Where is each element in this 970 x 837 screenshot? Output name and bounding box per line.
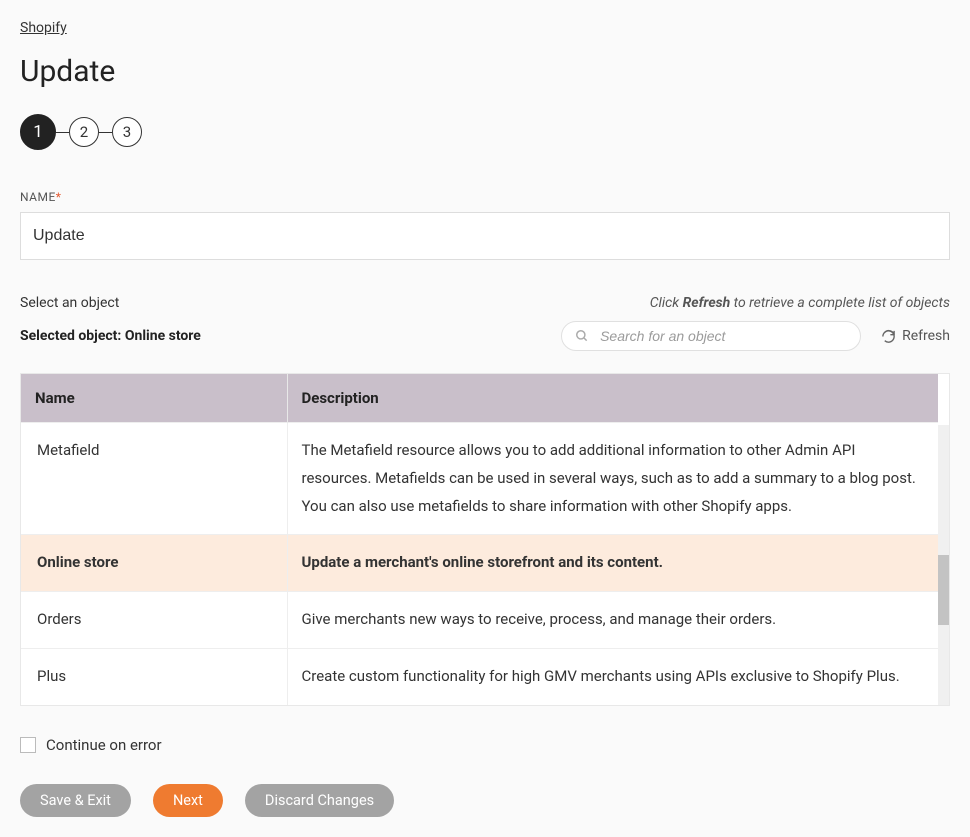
search-icon	[575, 329, 589, 343]
continue-on-error-label: Continue on error	[46, 736, 162, 754]
page-title: Update	[20, 54, 950, 89]
search-input[interactable]	[561, 321, 861, 351]
step-separator	[56, 132, 69, 133]
table-row[interactable]: Online storeUpdate a merchant's online s…	[21, 535, 938, 592]
table-row[interactable]: MetafieldThe Metafield resource allows y…	[21, 423, 938, 535]
row-description: The Metafield resource allows you to add…	[287, 423, 938, 535]
row-description: Update a merchant's online storefront an…	[287, 535, 938, 592]
name-label: NAME*	[20, 190, 950, 204]
select-object-label: Select an object	[20, 295, 119, 311]
refresh-button[interactable]: Refresh	[881, 328, 950, 344]
name-input[interactable]	[20, 212, 950, 260]
table-row[interactable]: OrdersGive merchants new ways to receive…	[21, 592, 938, 649]
save-exit-button[interactable]: Save & Exit	[20, 784, 131, 817]
row-name: Metafield	[21, 423, 287, 535]
row-description: Create custom functionality for high GMV…	[287, 648, 938, 704]
object-table: Name Description MetafieldThe Metafield …	[20, 373, 950, 706]
discard-button[interactable]: Discard Changes	[245, 784, 394, 817]
step-3[interactable]: 3	[112, 117, 142, 147]
col-description: Description	[287, 374, 938, 423]
row-name: Orders	[21, 592, 287, 649]
selected-object: Selected object: Online store	[20, 328, 201, 344]
scrollbar-track[interactable]	[938, 425, 949, 705]
row-name: Online store	[21, 535, 287, 592]
refresh-icon	[881, 329, 896, 344]
stepper: 1 2 3	[20, 114, 950, 150]
step-1[interactable]: 1	[20, 114, 56, 150]
table-row[interactable]: PlusCreate custom functionality for high…	[21, 648, 938, 704]
row-description: Give merchants new ways to receive, proc…	[287, 592, 938, 649]
step-separator	[99, 132, 112, 133]
continue-on-error-checkbox[interactable]	[20, 737, 36, 753]
row-name: Plus	[21, 648, 287, 704]
step-2[interactable]: 2	[69, 117, 99, 147]
breadcrumb-shopify[interactable]: Shopify	[20, 20, 67, 36]
next-button[interactable]: Next	[153, 784, 223, 817]
scrollbar-thumb[interactable]	[938, 555, 949, 625]
refresh-label: Refresh	[902, 328, 950, 344]
col-name: Name	[21, 374, 287, 423]
refresh-hint: Click Refresh to retrieve a complete lis…	[650, 295, 950, 311]
